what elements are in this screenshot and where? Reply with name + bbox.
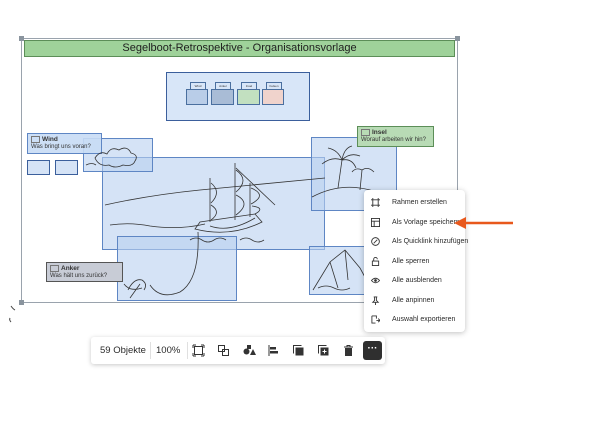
- export-icon: [371, 315, 380, 324]
- shapes-icon: [243, 345, 256, 355]
- menu-item-pin-all[interactable]: Alle anpinnen: [364, 291, 465, 311]
- fit-icon: [192, 344, 205, 357]
- object-count: 59 Objekte: [100, 345, 146, 356]
- menu-item-hide-all[interactable]: Alle ausblenden: [364, 271, 465, 291]
- menu-item-label: Alle sperren: [392, 257, 430, 265]
- selection-toolbar: 59 Objekte 100% ···: [91, 337, 385, 364]
- menu-item-label: Als Quicklink hinzufügen: [392, 238, 469, 245]
- add-button[interactable]: [315, 342, 332, 359]
- menu-item-create-frame[interactable]: Rahmen erstellen: [364, 193, 465, 213]
- delete-button[interactable]: [340, 342, 357, 359]
- menu-item-label: Alle anpinnen: [392, 296, 435, 304]
- zoom-level[interactable]: 100%: [156, 337, 180, 364]
- more-options-button[interactable]: ···: [363, 341, 382, 360]
- eye-icon: [371, 277, 380, 284]
- menu-item-label: Alle ausblenden: [392, 277, 442, 284]
- duplicate-button[interactable]: [290, 342, 307, 359]
- group-icon: [218, 345, 229, 356]
- menu-item-lock-all[interactable]: Alle sperren: [364, 252, 465, 272]
- trash-icon: [344, 345, 353, 356]
- frame-icon: [371, 198, 380, 207]
- duplicate-icon: [293, 345, 304, 356]
- quicklink-icon: [371, 237, 380, 246]
- template-icon: [371, 217, 380, 227]
- divider: [150, 342, 151, 359]
- shapes-button[interactable]: [240, 342, 257, 359]
- menu-item-label: Auswahl exportieren: [392, 316, 456, 323]
- add-icon: [318, 345, 329, 356]
- menu-item-export-selection[interactable]: Auswahl exportieren: [364, 310, 465, 330]
- cursor-icon: [9, 305, 16, 323]
- group-button[interactable]: [215, 342, 232, 359]
- annotation-arrow-icon: [454, 217, 513, 229]
- pin-icon: [371, 295, 380, 305]
- divider: [187, 342, 188, 359]
- fit-selection-button[interactable]: [190, 342, 207, 359]
- menu-item-add-quicklink[interactable]: Als Quicklink hinzufügen: [364, 232, 469, 252]
- align-button[interactable]: [265, 342, 282, 359]
- menu-item-save-template[interactable]: Als Vorlage speichern: [364, 213, 465, 233]
- menu-item-label: Als Vorlage speichern: [392, 218, 460, 226]
- context-menu: Rahmen erstellen Als Vorlage speichern A…: [364, 190, 469, 332]
- lock-icon: [371, 256, 380, 266]
- align-icon: [268, 345, 278, 356]
- menu-item-label: Rahmen erstellen: [392, 199, 447, 206]
